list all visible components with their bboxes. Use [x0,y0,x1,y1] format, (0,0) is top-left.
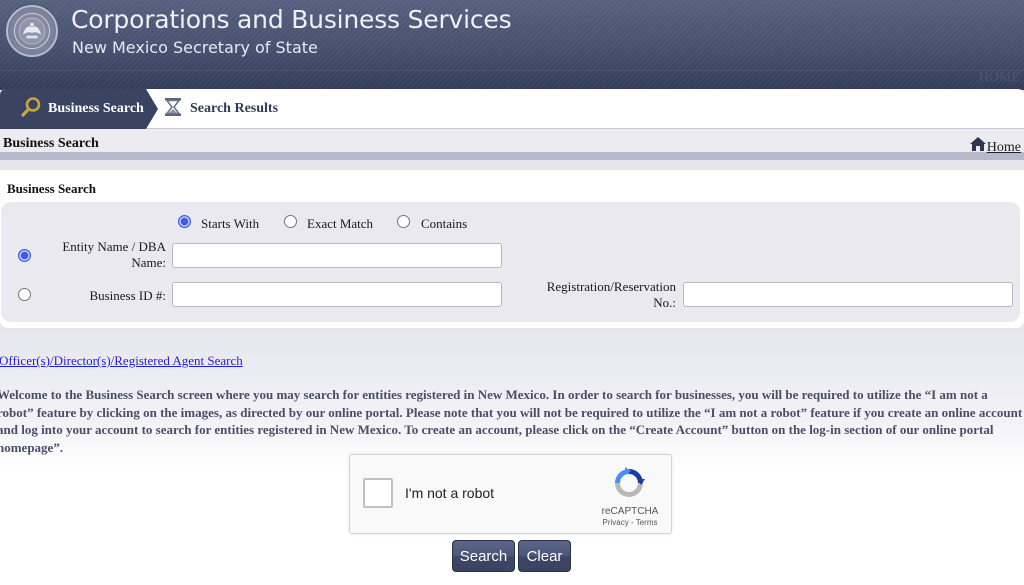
starts-with-radio[interactable] [178,215,191,228]
entity-name-radio[interactable] [18,249,31,262]
recaptcha-legal: Privacy - Terms [593,518,667,527]
business-search-panel: Business Search Starts With Exact Match … [0,170,1024,328]
home-link[interactable]: Home [969,137,1021,156]
exact-match-radio[interactable] [284,215,297,228]
magnifier-icon [20,96,42,123]
state-seal-icon [6,5,58,57]
business-id-label: Business ID #: [89,288,166,303]
house-icon [969,137,987,156]
panel-title: Business Search [7,181,96,196]
starts-with-label: Starts With [201,216,260,231]
contains-radio[interactable] [397,215,410,228]
header-divider [0,70,1024,71]
recaptcha-brand: reCAPTCHA [601,506,659,517]
recaptcha-separator: - [628,518,636,527]
entity-name-input[interactable] [172,243,502,268]
site-header: Corporations and Business Services New M… [0,0,1024,90]
officer-search-link[interactable]: Officer(s)/Director(s)/Registered Agent … [0,353,243,369]
tab-search-results[interactable]: Search Results [162,89,278,129]
registration-no-input[interactable] [683,282,1013,307]
exact-match-label: Exact Match [307,216,374,231]
welcome-text: Welcome to the Business Search screen wh… [0,387,1023,455]
clear-button[interactable]: Clear [518,540,571,572]
search-button[interactable]: Search [452,540,515,572]
recaptcha-logo-icon [611,465,647,501]
recaptcha-privacy-link[interactable]: Privacy [603,518,629,527]
tab-label: Search Results [190,101,279,116]
header-home-link[interactable]: HOME [979,70,1020,86]
app-title: Corporations and Business Services [71,5,512,34]
tab-label: Business Search [48,101,144,116]
recaptcha-terms-link[interactable]: Terms [636,518,658,527]
hourglass-icon [162,96,184,123]
business-id-radio[interactable] [18,288,31,301]
entity-name-label: Entity Name / DBA Name: [62,239,166,270]
tab-business-search[interactable]: Business Search [0,89,158,129]
business-id-input[interactable] [172,282,502,307]
recaptcha-checkbox[interactable] [363,478,393,508]
home-link-label: Home [986,140,1021,155]
recaptcha-label: I'm not a robot [405,485,495,501]
section-title: Business Search [3,136,99,151]
recaptcha-widget: I'm not a robot reCAPTCHA Privacy - Term… [349,454,672,534]
app-subtitle: New Mexico Secretary of State [72,38,318,57]
search-form: Starts With Exact Match Contains Entity … [1,202,1020,322]
contains-label: Contains [421,216,468,231]
section-header-bar: Business Search Home [0,129,1024,160]
wizard-tabs: Business Search Search Results [0,89,1024,129]
registration-no-label: Registration/Reservation No.: [546,279,676,310]
